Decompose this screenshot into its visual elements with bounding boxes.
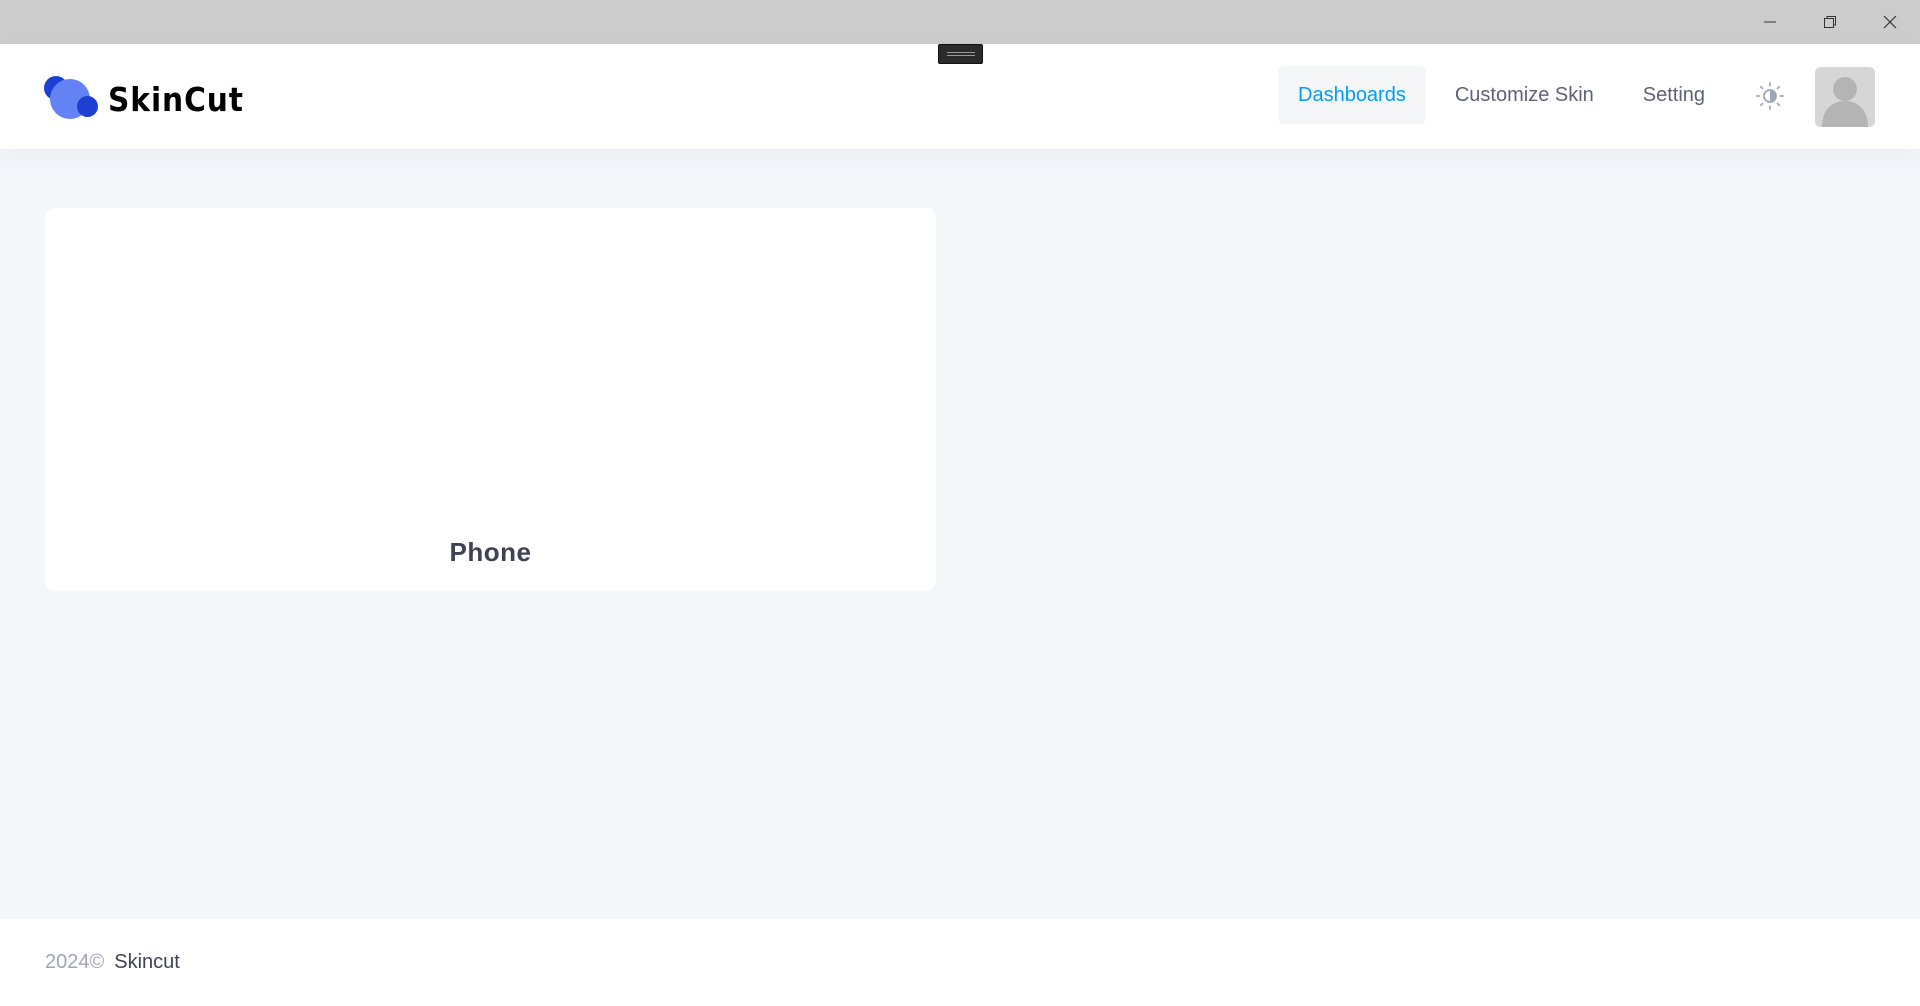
drag-handle[interactable]: [938, 44, 983, 64]
footer-year: 2024©: [45, 951, 105, 973]
user-avatar[interactable]: [1815, 67, 1875, 127]
window-controls: [1740, 0, 1920, 44]
brand[interactable]: SkinCut: [44, 74, 259, 124]
device-card-phone[interactable]: Phone: [45, 208, 936, 591]
brand-logo-icon: [44, 76, 98, 122]
drag-handle-grip-icon: [946, 52, 975, 56]
main-nav: Dashboards Customize Skin Setting: [1278, 66, 1734, 124]
minimize-button[interactable]: [1740, 0, 1800, 44]
nav-item-customize-skin[interactable]: Customize Skin: [1435, 66, 1614, 124]
footer: 2024© Skincut: [0, 919, 1920, 1006]
nav-item-setting[interactable]: Setting: [1623, 66, 1725, 124]
restore-icon: [1824, 16, 1836, 28]
restore-button[interactable]: [1800, 0, 1860, 44]
footer-link[interactable]: Skincut: [114, 951, 180, 974]
card-title: Phone: [449, 537, 532, 567]
close-icon: [1883, 15, 1897, 29]
user-avatar-icon: [1815, 67, 1875, 127]
sun-icon: [1756, 82, 1784, 110]
minimize-icon: [1764, 21, 1776, 23]
close-button[interactable]: [1860, 0, 1920, 44]
theme-toggle-button[interactable]: [1750, 76, 1790, 116]
brand-name: SkinCut: [108, 79, 244, 119]
window-titlebar: [0, 0, 1920, 44]
main-content: Phone: [0, 149, 1920, 919]
nav-item-dashboards[interactable]: Dashboards: [1278, 66, 1426, 124]
